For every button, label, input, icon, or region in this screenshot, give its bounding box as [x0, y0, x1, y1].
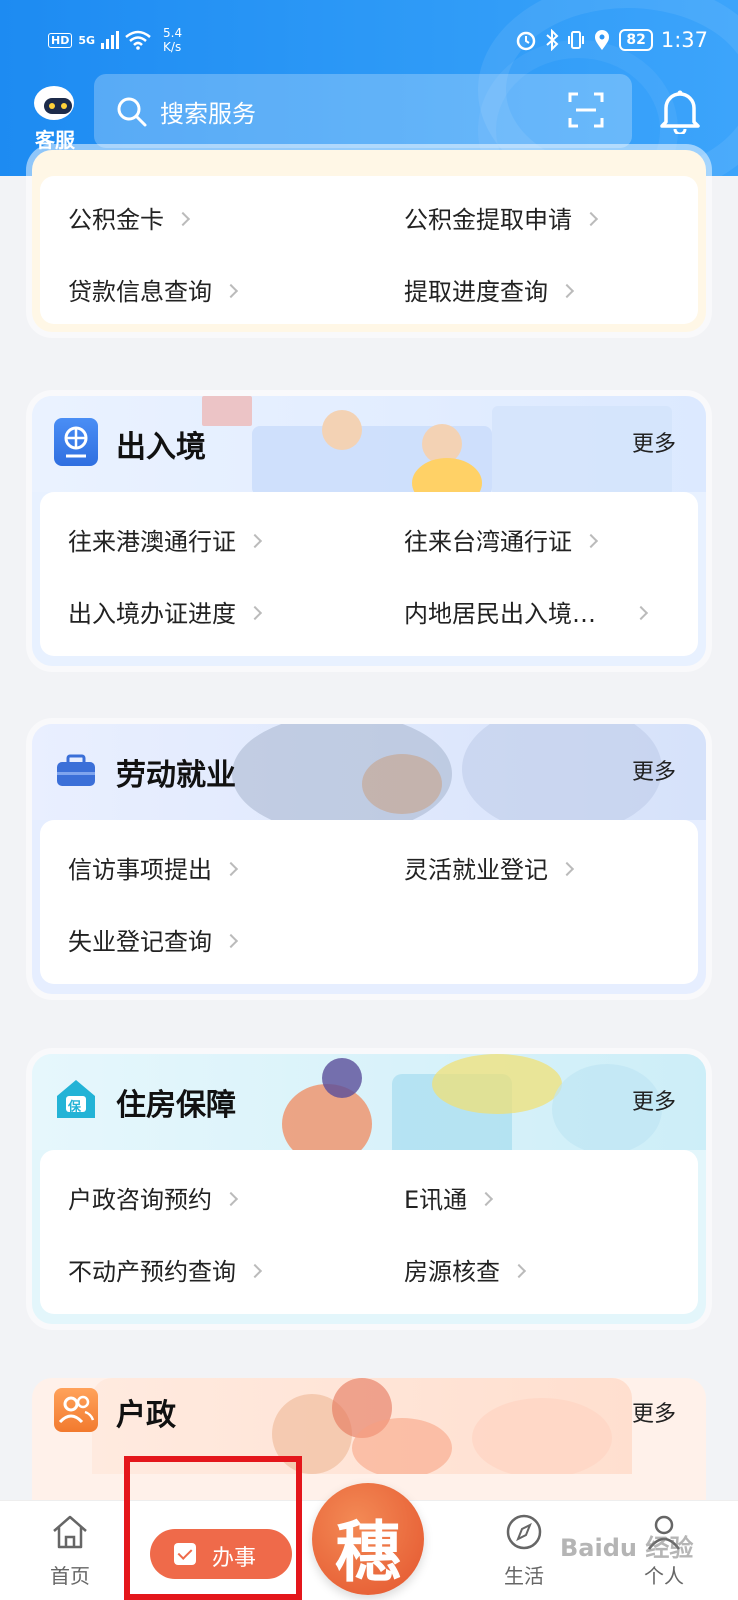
- notification-bell-icon[interactable]: [658, 88, 702, 134]
- network-speed: 5.4 K/s: [163, 26, 183, 54]
- tab-life[interactable]: 生活: [484, 1513, 564, 1589]
- alarm-icon: [517, 31, 536, 51]
- service-item[interactable]: E讯通: [404, 1180, 494, 1215]
- card-housing-security: 保 住房保障 更多 户政咨询预约 E讯通 不动产预约查询 房源核查: [32, 1054, 706, 1324]
- service-item[interactable]: 失业登记查询: [68, 922, 239, 957]
- more-link[interactable]: 更多: [632, 1396, 676, 1428]
- network-type: 5G: [78, 33, 96, 47]
- home-icon: [53, 1515, 87, 1549]
- housing-icon: 保: [54, 1076, 98, 1124]
- compass-icon: [506, 1514, 542, 1550]
- card-housing-fund: 公积金卡 公积金提取申请 贷款信息查询 提取进度查询: [32, 150, 706, 332]
- highlight-box: [124, 1456, 302, 1600]
- more-link[interactable]: 更多: [632, 426, 676, 458]
- service-item[interactable]: 出入境办证进度: [68, 594, 263, 629]
- search-bar[interactable]: 搜索服务: [94, 74, 632, 148]
- passport-icon: [54, 418, 98, 466]
- card-title: 劳动就业: [116, 758, 236, 793]
- service-item[interactable]: 往来港澳通行证: [68, 522, 263, 557]
- location-icon: [595, 30, 610, 50]
- service-item[interactable]: 贷款信息查询: [68, 272, 239, 307]
- service-item[interactable]: 公积金卡: [68, 200, 191, 235]
- battery-indicator: 82: [619, 29, 653, 51]
- search-icon: [117, 97, 147, 127]
- card-title: 户政: [116, 1398, 176, 1433]
- wifi-icon: [125, 30, 151, 50]
- service-item[interactable]: 房源核查: [404, 1252, 527, 1287]
- scan-icon[interactable]: [568, 92, 604, 128]
- clock: 1:37: [660, 28, 708, 52]
- robot-icon: [34, 86, 74, 120]
- more-link[interactable]: 更多: [632, 1084, 676, 1116]
- more-link[interactable]: 更多: [632, 754, 676, 786]
- tab-home-label: 首页: [50, 1564, 90, 1588]
- tab-life-label: 生活: [504, 1564, 544, 1588]
- customer-service-label: 客服: [35, 128, 75, 152]
- customer-service-button[interactable]: 客服: [30, 82, 76, 152]
- card-labor-employment: 劳动就业 更多 信访事项提出 灵活就业登记 失业登记查询: [32, 724, 706, 994]
- service-item[interactable]: 往来台湾通行证: [404, 522, 599, 557]
- card-immigration: 出入境 更多 往来港澳通行证 往来台湾通行证 出入境办证进度 内地居民出入境…: [32, 396, 706, 666]
- service-item[interactable]: 提取进度查询: [404, 272, 575, 307]
- tab-home[interactable]: 首页: [30, 1513, 110, 1589]
- watermark: Baidu 经验: [560, 1534, 694, 1562]
- people-icon: [54, 1388, 98, 1432]
- service-item[interactable]: 户政咨询预约: [68, 1180, 239, 1215]
- center-logo-button[interactable]: 穗: [312, 1483, 424, 1595]
- service-item[interactable]: 内地居民出入境…: [404, 594, 649, 629]
- search-placeholder: 搜索服务: [160, 100, 256, 128]
- card-title: 住房保障: [116, 1088, 236, 1123]
- status-bar: HD 5G 5.4 K/s 82 1:37: [0, 22, 738, 62]
- service-item[interactable]: 灵活就业登记: [404, 850, 575, 885]
- service-item[interactable]: 不动产预约查询: [68, 1252, 263, 1287]
- service-item[interactable]: 公积金提取申请: [404, 200, 599, 235]
- vibrate-icon: [568, 31, 585, 49]
- bluetooth-icon: [546, 29, 559, 51]
- housing-icon-label: 保: [68, 1100, 82, 1115]
- tab-personal-label: 个人: [644, 1564, 684, 1588]
- service-item[interactable]: 信访事项提出: [68, 850, 239, 885]
- hd-indicator: HD: [48, 32, 73, 48]
- signal-icon: [101, 31, 120, 49]
- center-logo-glyph: 穗: [335, 1513, 401, 1591]
- card-title: 出入境: [116, 430, 206, 465]
- briefcase-icon: [54, 746, 98, 794]
